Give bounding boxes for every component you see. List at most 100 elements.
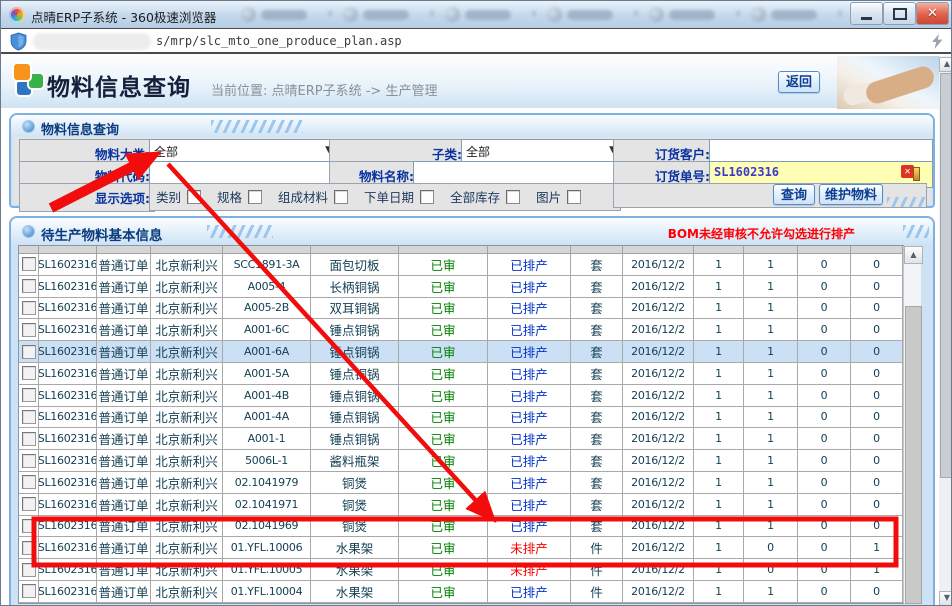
display-option-checkbox[interactable] (420, 190, 434, 204)
cell-qty-scheduled: 1 (744, 494, 798, 515)
row-checkbox[interactable] (22, 323, 36, 337)
row-checkbox[interactable] (22, 432, 36, 446)
table-row[interactable]: SL1602316 普通订单 北京新利兴 A001-4A 锤点铜锅 已审 已排产… (19, 407, 903, 429)
cell-order-no: SL1602316 (39, 516, 97, 537)
row-checkbox-cell[interactable] (19, 385, 39, 406)
back-button[interactable]: 返回 (778, 71, 820, 93)
maintain-material-button[interactable]: 维护物料 (819, 184, 883, 205)
row-checkbox[interactable] (22, 497, 36, 511)
table-row[interactable]: SL1602316 普通订单 北京新利兴 A005-2B 双耳铜锅 已审 已排产… (19, 298, 903, 320)
cell-qty-col4: 0 (851, 254, 903, 275)
tab-close-icon[interactable]: x (327, 8, 333, 19)
minimize-button[interactable] (850, 2, 883, 25)
row-checkbox[interactable] (22, 301, 36, 315)
tab-close-icon[interactable]: x (429, 8, 435, 19)
page-scrollbar[interactable]: ▲ ▼ (939, 56, 952, 606)
row-checkbox[interactable] (22, 519, 36, 533)
row-checkbox-cell[interactable] (19, 254, 39, 275)
display-option-checkbox[interactable] (248, 190, 262, 204)
row-checkbox-cell[interactable] (19, 516, 39, 537)
table-row[interactable]: SL1602316 普通订单 北京新利兴 5006L-1 酱料瓶架 已审 已排产… (19, 450, 903, 472)
close-button[interactable]: ✕ (916, 2, 949, 25)
query-button[interactable]: 查询 (773, 184, 815, 205)
page-scrollbar-thumb[interactable] (940, 73, 952, 478)
cell-qty-col4: 0 (851, 450, 903, 471)
table-row[interactable]: SL1602316 普通订单 北京新利兴 SCC1891-3A 面包切板 已审 … (19, 254, 903, 276)
row-checkbox-cell[interactable] (19, 537, 39, 558)
row-checkbox-cell[interactable] (19, 559, 39, 580)
cell-order-date: 2016/12/2 (623, 407, 694, 428)
browser-tab-blurred[interactable]: x (239, 5, 335, 25)
table-scrollbar-thumb[interactable] (905, 306, 922, 604)
table-row[interactable]: SL1602316 普通订单 北京新利兴 02.1041969 铜煲 已审 已排… (19, 516, 903, 538)
tab-close-icon[interactable]: x (735, 8, 741, 19)
cell-unit: 套 (571, 254, 623, 275)
scroll-down-arrow-icon[interactable]: ▼ (939, 591, 952, 606)
row-checkbox[interactable] (22, 388, 36, 402)
row-checkbox-cell[interactable] (19, 341, 39, 362)
url-text[interactable]: s/mrp/slc_mto_one_produce_plan.asp (156, 34, 402, 48)
browser-tab-blurred[interactable]: x (749, 5, 845, 25)
close-icon: ✕ (927, 7, 938, 20)
cell-qty-col3: 0 (798, 363, 851, 384)
table-row[interactable]: SL1602316 普通订单 北京新利兴 01.YFL.10004 水果架 已审… (19, 581, 903, 603)
cell-schedule-status: 已排产 (488, 428, 571, 449)
tab-close-icon[interactable]: x (837, 8, 843, 19)
cell-customer: 北京新利兴 (151, 450, 223, 471)
lightning-icon[interactable] (932, 34, 943, 49)
cell-unit: 件 (571, 581, 623, 602)
tab-close-icon[interactable]: x (531, 8, 537, 19)
row-checkbox[interactable] (22, 366, 36, 380)
cell-order-date: 2016/12/2 (623, 494, 694, 515)
display-option-checkbox[interactable] (506, 190, 520, 204)
scroll-up-arrow-icon[interactable]: ▲ (939, 57, 952, 72)
row-checkbox[interactable] (22, 257, 36, 271)
row-checkbox-cell[interactable] (19, 276, 39, 297)
row-checkbox-cell[interactable] (19, 319, 39, 340)
table-row[interactable]: SL1602316 普通订单 北京新利兴 A005-4 长柄铜锅 已审 已排产 … (19, 276, 903, 298)
table-row[interactable]: SL1602316 普通订单 北京新利兴 02.1041971 铜煲 已审 已排… (19, 494, 903, 516)
row-checkbox[interactable] (22, 345, 36, 359)
row-checkbox[interactable] (22, 279, 36, 293)
browser-tab-blurred[interactable]: x (443, 5, 539, 25)
row-checkbox-cell[interactable] (19, 581, 39, 602)
row-checkbox[interactable] (22, 475, 36, 489)
row-checkbox-cell[interactable] (19, 472, 39, 493)
table-row[interactable]: SL1602316 普通订单 北京新利兴 A001-6C 锤点铜锅 已审 已排产… (19, 319, 903, 341)
table-row[interactable]: SL1602316 普通订单 北京新利兴 02.1041979 铜煲 已审 已排… (19, 472, 903, 494)
row-checkbox[interactable] (22, 563, 36, 577)
row-checkbox-cell[interactable] (19, 363, 39, 384)
browser-tab-blurred[interactable]: x (545, 5, 641, 25)
row-checkbox[interactable] (22, 541, 36, 555)
table-scrollbar[interactable]: ▲ (903, 246, 921, 603)
cell-customer: 北京新利兴 (151, 472, 223, 493)
maximize-button[interactable] (883, 2, 916, 25)
tab-close-icon[interactable]: x (633, 8, 639, 19)
row-checkbox[interactable] (22, 410, 36, 424)
display-option-checkbox[interactable] (187, 190, 201, 204)
browser-tab-blurred[interactable]: x (341, 5, 437, 25)
table-row[interactable]: SL1602316 普通订单 北京新利兴 A001-6A 锤点铜锅 已审 已排产… (19, 341, 903, 363)
row-checkbox-cell[interactable] (19, 428, 39, 449)
browser-tab-blurred[interactable]: x (647, 5, 743, 25)
table-row[interactable]: SL1602316 普通订单 北京新利兴 A001-4B 锤点铜锅 已审 已排产… (19, 385, 903, 407)
row-checkbox[interactable] (22, 584, 36, 598)
shield-icon[interactable] (9, 32, 28, 51)
cell-material-name: 水果架 (311, 537, 399, 558)
row-checkbox-cell[interactable] (19, 494, 39, 515)
cell-customer: 北京新利兴 (151, 537, 223, 558)
display-option-checkbox[interactable] (334, 190, 348, 204)
display-option-checkbox[interactable] (567, 190, 581, 204)
edit-pencil-icon[interactable] (913, 167, 920, 181)
table-header-strip (19, 246, 903, 254)
table-row[interactable]: SL1602316 普通订单 北京新利兴 A001-5A 锤点铜锅 已审 已排产… (19, 363, 903, 385)
scroll-up-arrow-icon[interactable]: ▲ (904, 246, 923, 264)
row-checkbox[interactable] (22, 454, 36, 468)
table-row[interactable]: SL1602316 普通订单 北京新利兴 A001-1 锤点铜锅 已审 已排产 … (19, 428, 903, 450)
cell-qty: 1 (694, 450, 744, 471)
table-row[interactable]: SL1602316 普通订单 北京新利兴 01.YFL.10006 水果架 已审… (19, 537, 903, 559)
row-checkbox-cell[interactable] (19, 298, 39, 319)
row-checkbox-cell[interactable] (19, 450, 39, 471)
row-checkbox-cell[interactable] (19, 407, 39, 428)
table-row[interactable]: SL1602316 普通订单 北京新利兴 01.YFL.10005 水果架 已审… (19, 559, 903, 581)
